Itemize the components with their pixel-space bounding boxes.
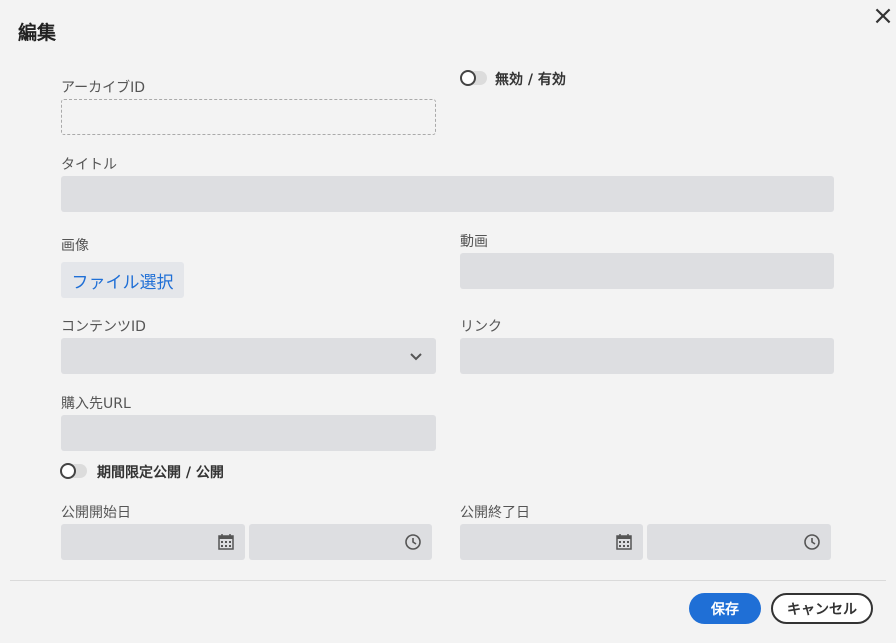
cancel-button[interactable]: キャンセル (771, 593, 873, 624)
end-date-input[interactable] (460, 524, 643, 560)
content-id-label: コンテンツID (61, 319, 146, 335)
video-label: 動画 (460, 234, 488, 250)
close-icon[interactable]: × (870, 3, 896, 29)
clock-icon[interactable] (803, 533, 821, 551)
title-input[interactable] (61, 176, 834, 212)
dialog-title: 編集 (18, 22, 57, 44)
edit-dialog: 編集 × アーカイブID 無効 / 有効 タイトル 画像 ファイル選択 動画 コ… (0, 0, 896, 643)
link-label: リンク (460, 319, 502, 335)
content-id-select[interactable] (61, 338, 436, 374)
enable-toggle-label: 無効 / 有効 (495, 72, 566, 88)
start-date-input[interactable] (61, 524, 245, 560)
footer-divider (10, 580, 886, 581)
purchase-url-input[interactable] (61, 415, 436, 451)
end-time-input[interactable] (647, 524, 831, 560)
start-time-input[interactable] (249, 524, 432, 560)
calendar-icon[interactable] (217, 533, 235, 551)
clock-icon[interactable] (404, 533, 422, 551)
file-select-button[interactable]: ファイル選択 (61, 262, 184, 298)
archive-id-input[interactable] (61, 99, 436, 135)
end-date-label: 公開終了日 (460, 505, 530, 521)
video-input[interactable] (460, 253, 834, 289)
toggle-knob (60, 463, 76, 479)
period-toggle-label: 期間限定公開 / 公開 (97, 465, 224, 481)
calendar-icon[interactable] (615, 533, 633, 551)
enable-toggle[interactable] (460, 70, 487, 86)
period-toggle[interactable] (60, 463, 87, 479)
image-label: 画像 (61, 238, 89, 254)
link-input[interactable] (460, 338, 834, 374)
toggle-knob (460, 70, 476, 86)
start-date-label: 公開開始日 (61, 505, 131, 521)
title-label: タイトル (61, 157, 117, 173)
chevron-down-icon (410, 353, 422, 361)
save-button[interactable]: 保存 (689, 593, 761, 624)
archive-id-label: アーカイブID (61, 80, 146, 96)
purchase-url-label: 購入先URL (61, 396, 131, 412)
